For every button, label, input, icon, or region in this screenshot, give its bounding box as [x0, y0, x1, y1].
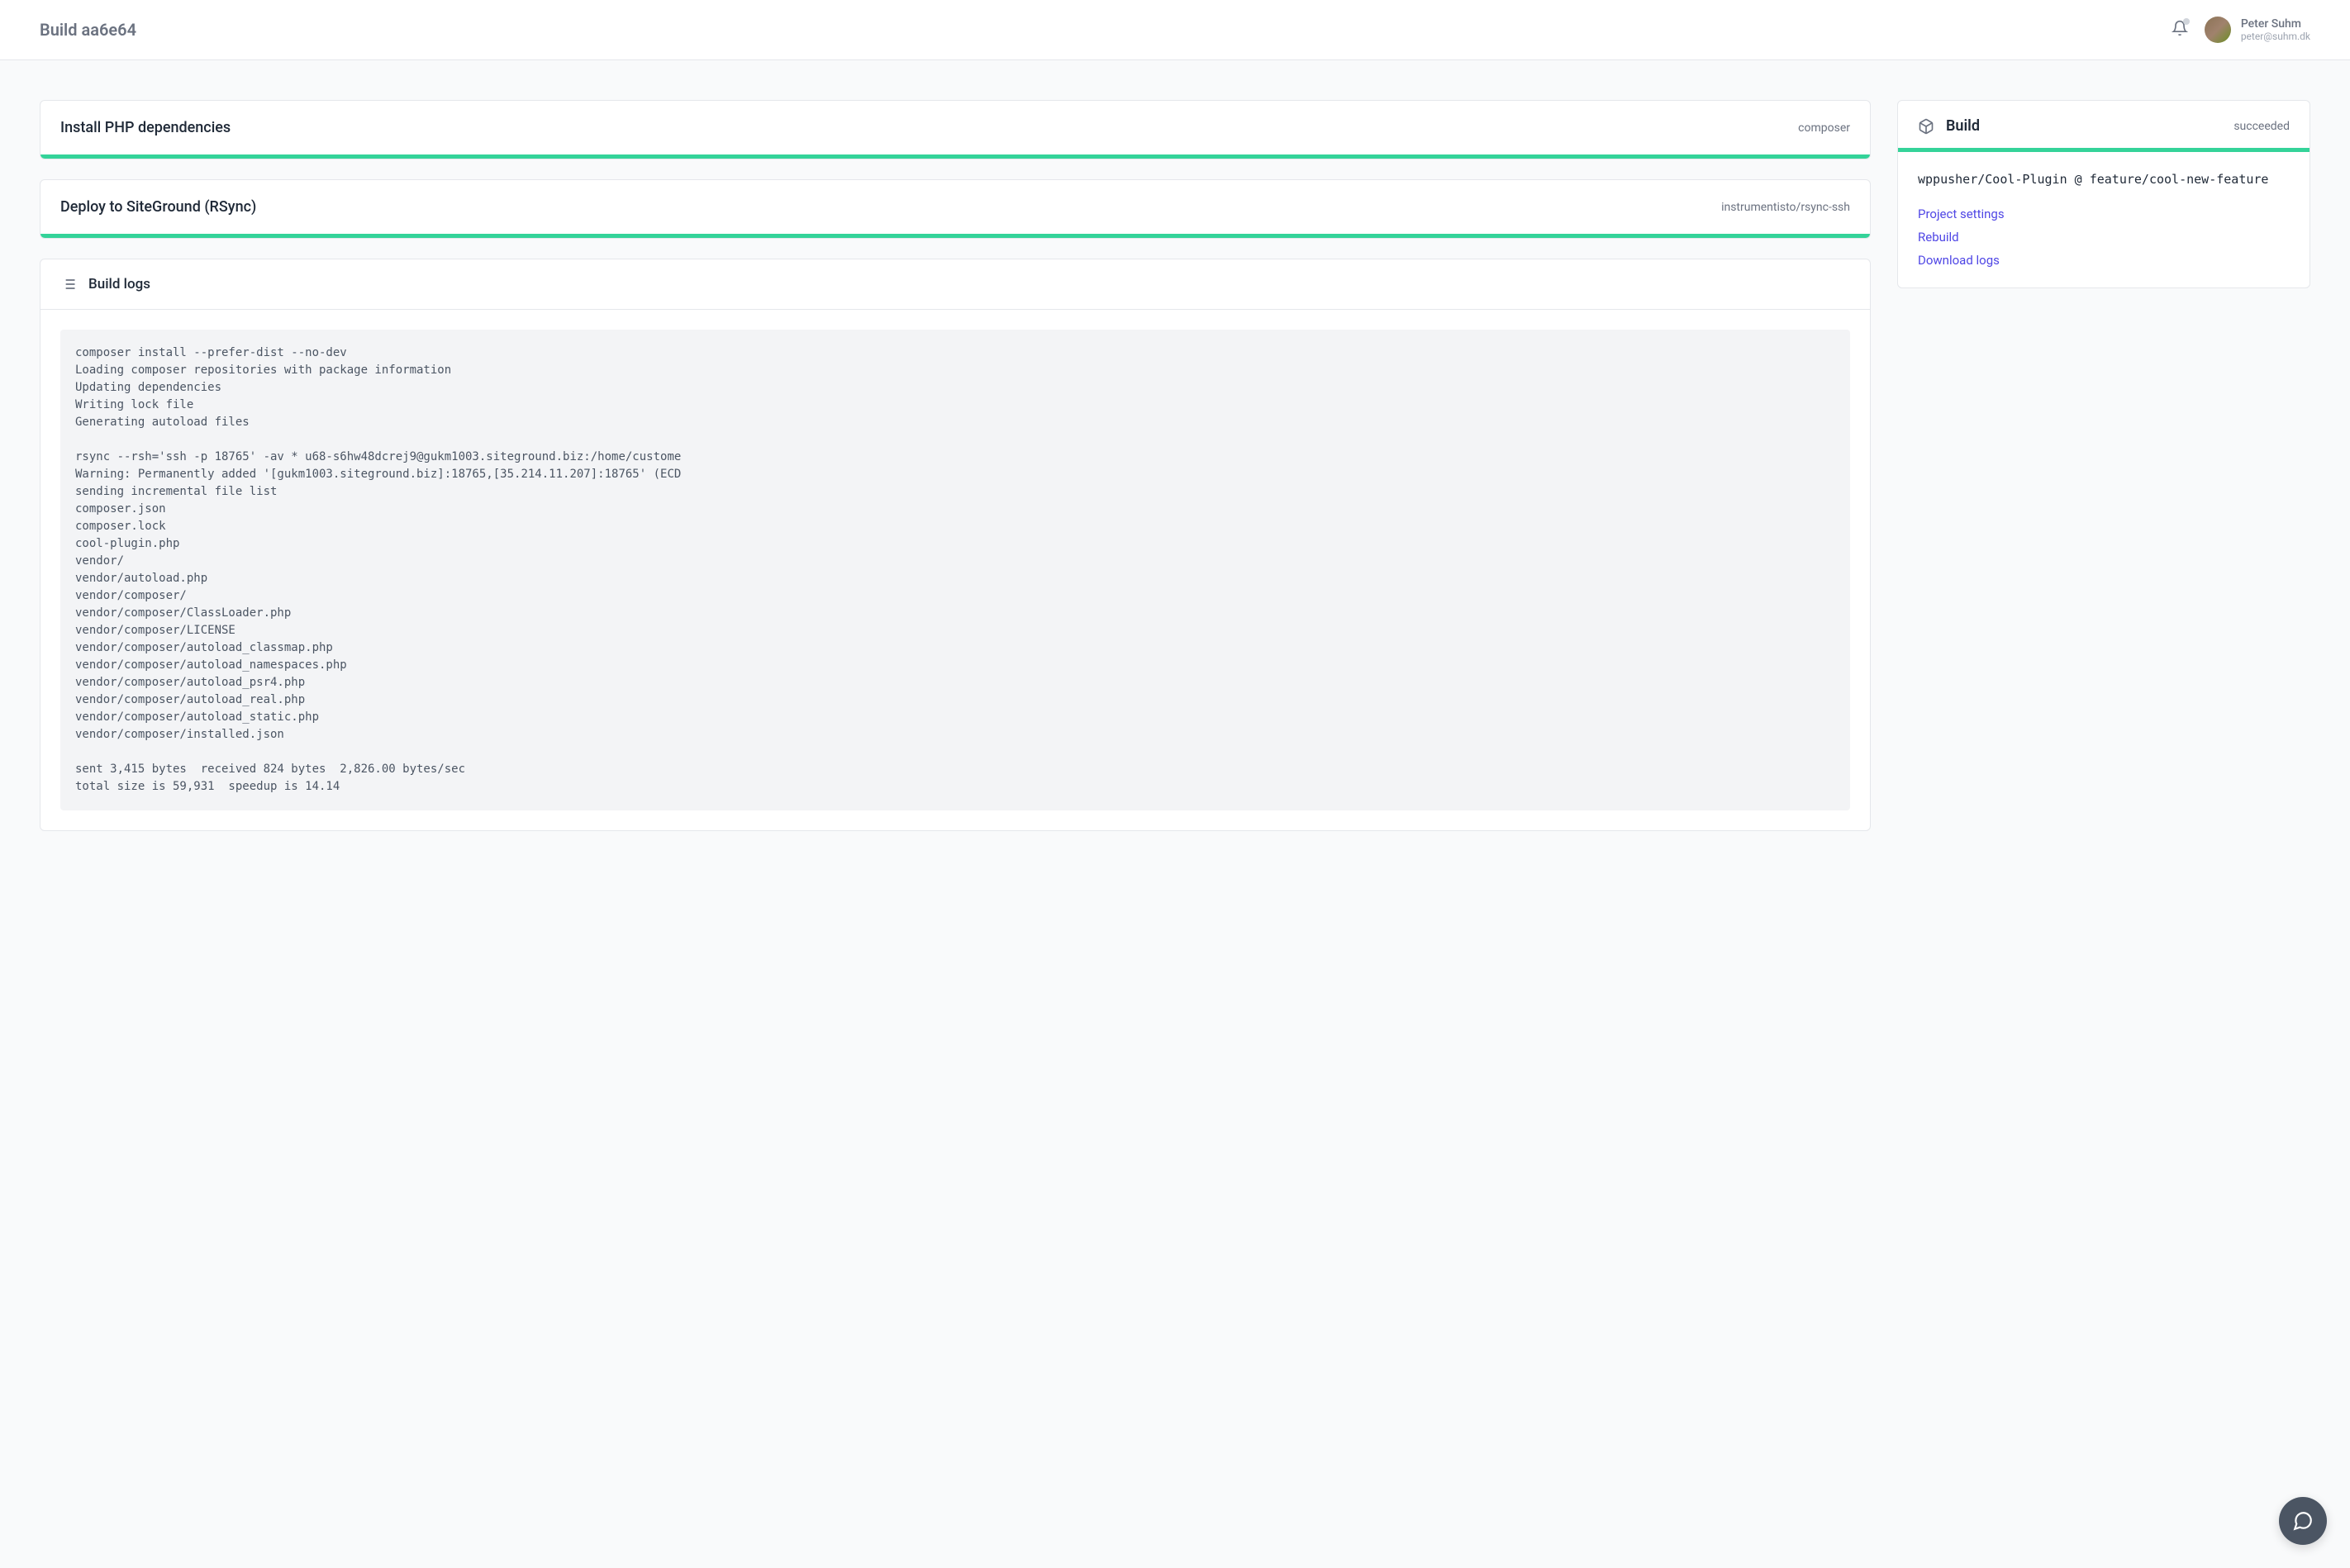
download-logs-link[interactable]: Download logs [1918, 253, 2290, 268]
avatar [2205, 17, 2231, 43]
build-step-card[interactable]: Deploy to SiteGround (RSync) instrumenti… [40, 179, 1871, 239]
logs-output: composer install --prefer-dist --no-dev … [60, 330, 1850, 810]
link-list: Project settings Rebuild Download logs [1918, 207, 2290, 268]
side-column: Build succeeded wppusher/Cool-Plugin @ f… [1897, 100, 2310, 308]
notification-dot [2183, 18, 2190, 25]
status-bar-success [40, 154, 1870, 159]
list-icon [60, 276, 77, 292]
main-column: Install PHP dependencies composer Deploy… [40, 100, 1871, 851]
app-header: Build aa6e64 Peter Suhm peter@suhm.dk [0, 0, 2350, 60]
user-info: Peter Suhm peter@suhm.dk [2241, 17, 2310, 42]
logs-body: composer install --prefer-dist --no-dev … [40, 310, 1870, 830]
chat-button[interactable] [2279, 1497, 2327, 1545]
status-bar-success [40, 234, 1870, 238]
user-email: peter@suhm.dk [2241, 31, 2310, 42]
content: Install PHP dependencies composer Deploy… [0, 60, 2350, 891]
user-menu[interactable]: Peter Suhm peter@suhm.dk [2205, 17, 2310, 43]
build-logs-card: Build logs composer install --prefer-dis… [40, 259, 1871, 831]
user-name: Peter Suhm [2241, 17, 2310, 31]
step-meta: instrumentisto/rsync-ssh [1721, 201, 1850, 214]
step-header: Deploy to SiteGround (RSync) instrumenti… [40, 180, 1870, 234]
rebuild-link[interactable]: Rebuild [1918, 230, 2290, 245]
logs-title: Build logs [88, 276, 150, 292]
repo-path: wppusher/Cool-Plugin @ feature/cool-new-… [1918, 172, 2290, 187]
chat-icon [2292, 1510, 2314, 1532]
build-body: wppusher/Cool-Plugin @ feature/cool-new-… [1898, 152, 2310, 287]
build-header: Build succeeded [1898, 101, 2310, 148]
notifications-button[interactable] [2172, 20, 2188, 40]
status-badge: succeeded [2233, 120, 2290, 133]
header-actions: Peter Suhm peter@suhm.dk [2172, 17, 2310, 43]
step-title: Deploy to SiteGround (RSync) [60, 198, 256, 216]
package-icon [1918, 118, 1934, 135]
build-step-card[interactable]: Install PHP dependencies composer [40, 100, 1871, 159]
logs-header: Build logs [40, 259, 1870, 310]
step-header: Install PHP dependencies composer [40, 101, 1870, 154]
build-title: Build [1946, 117, 2222, 135]
project-settings-link[interactable]: Project settings [1918, 207, 2290, 221]
build-summary-card: Build succeeded wppusher/Cool-Plugin @ f… [1897, 100, 2310, 288]
step-title: Install PHP dependencies [60, 119, 231, 136]
page-title: Build aa6e64 [40, 20, 136, 40]
step-meta: composer [1798, 121, 1850, 135]
